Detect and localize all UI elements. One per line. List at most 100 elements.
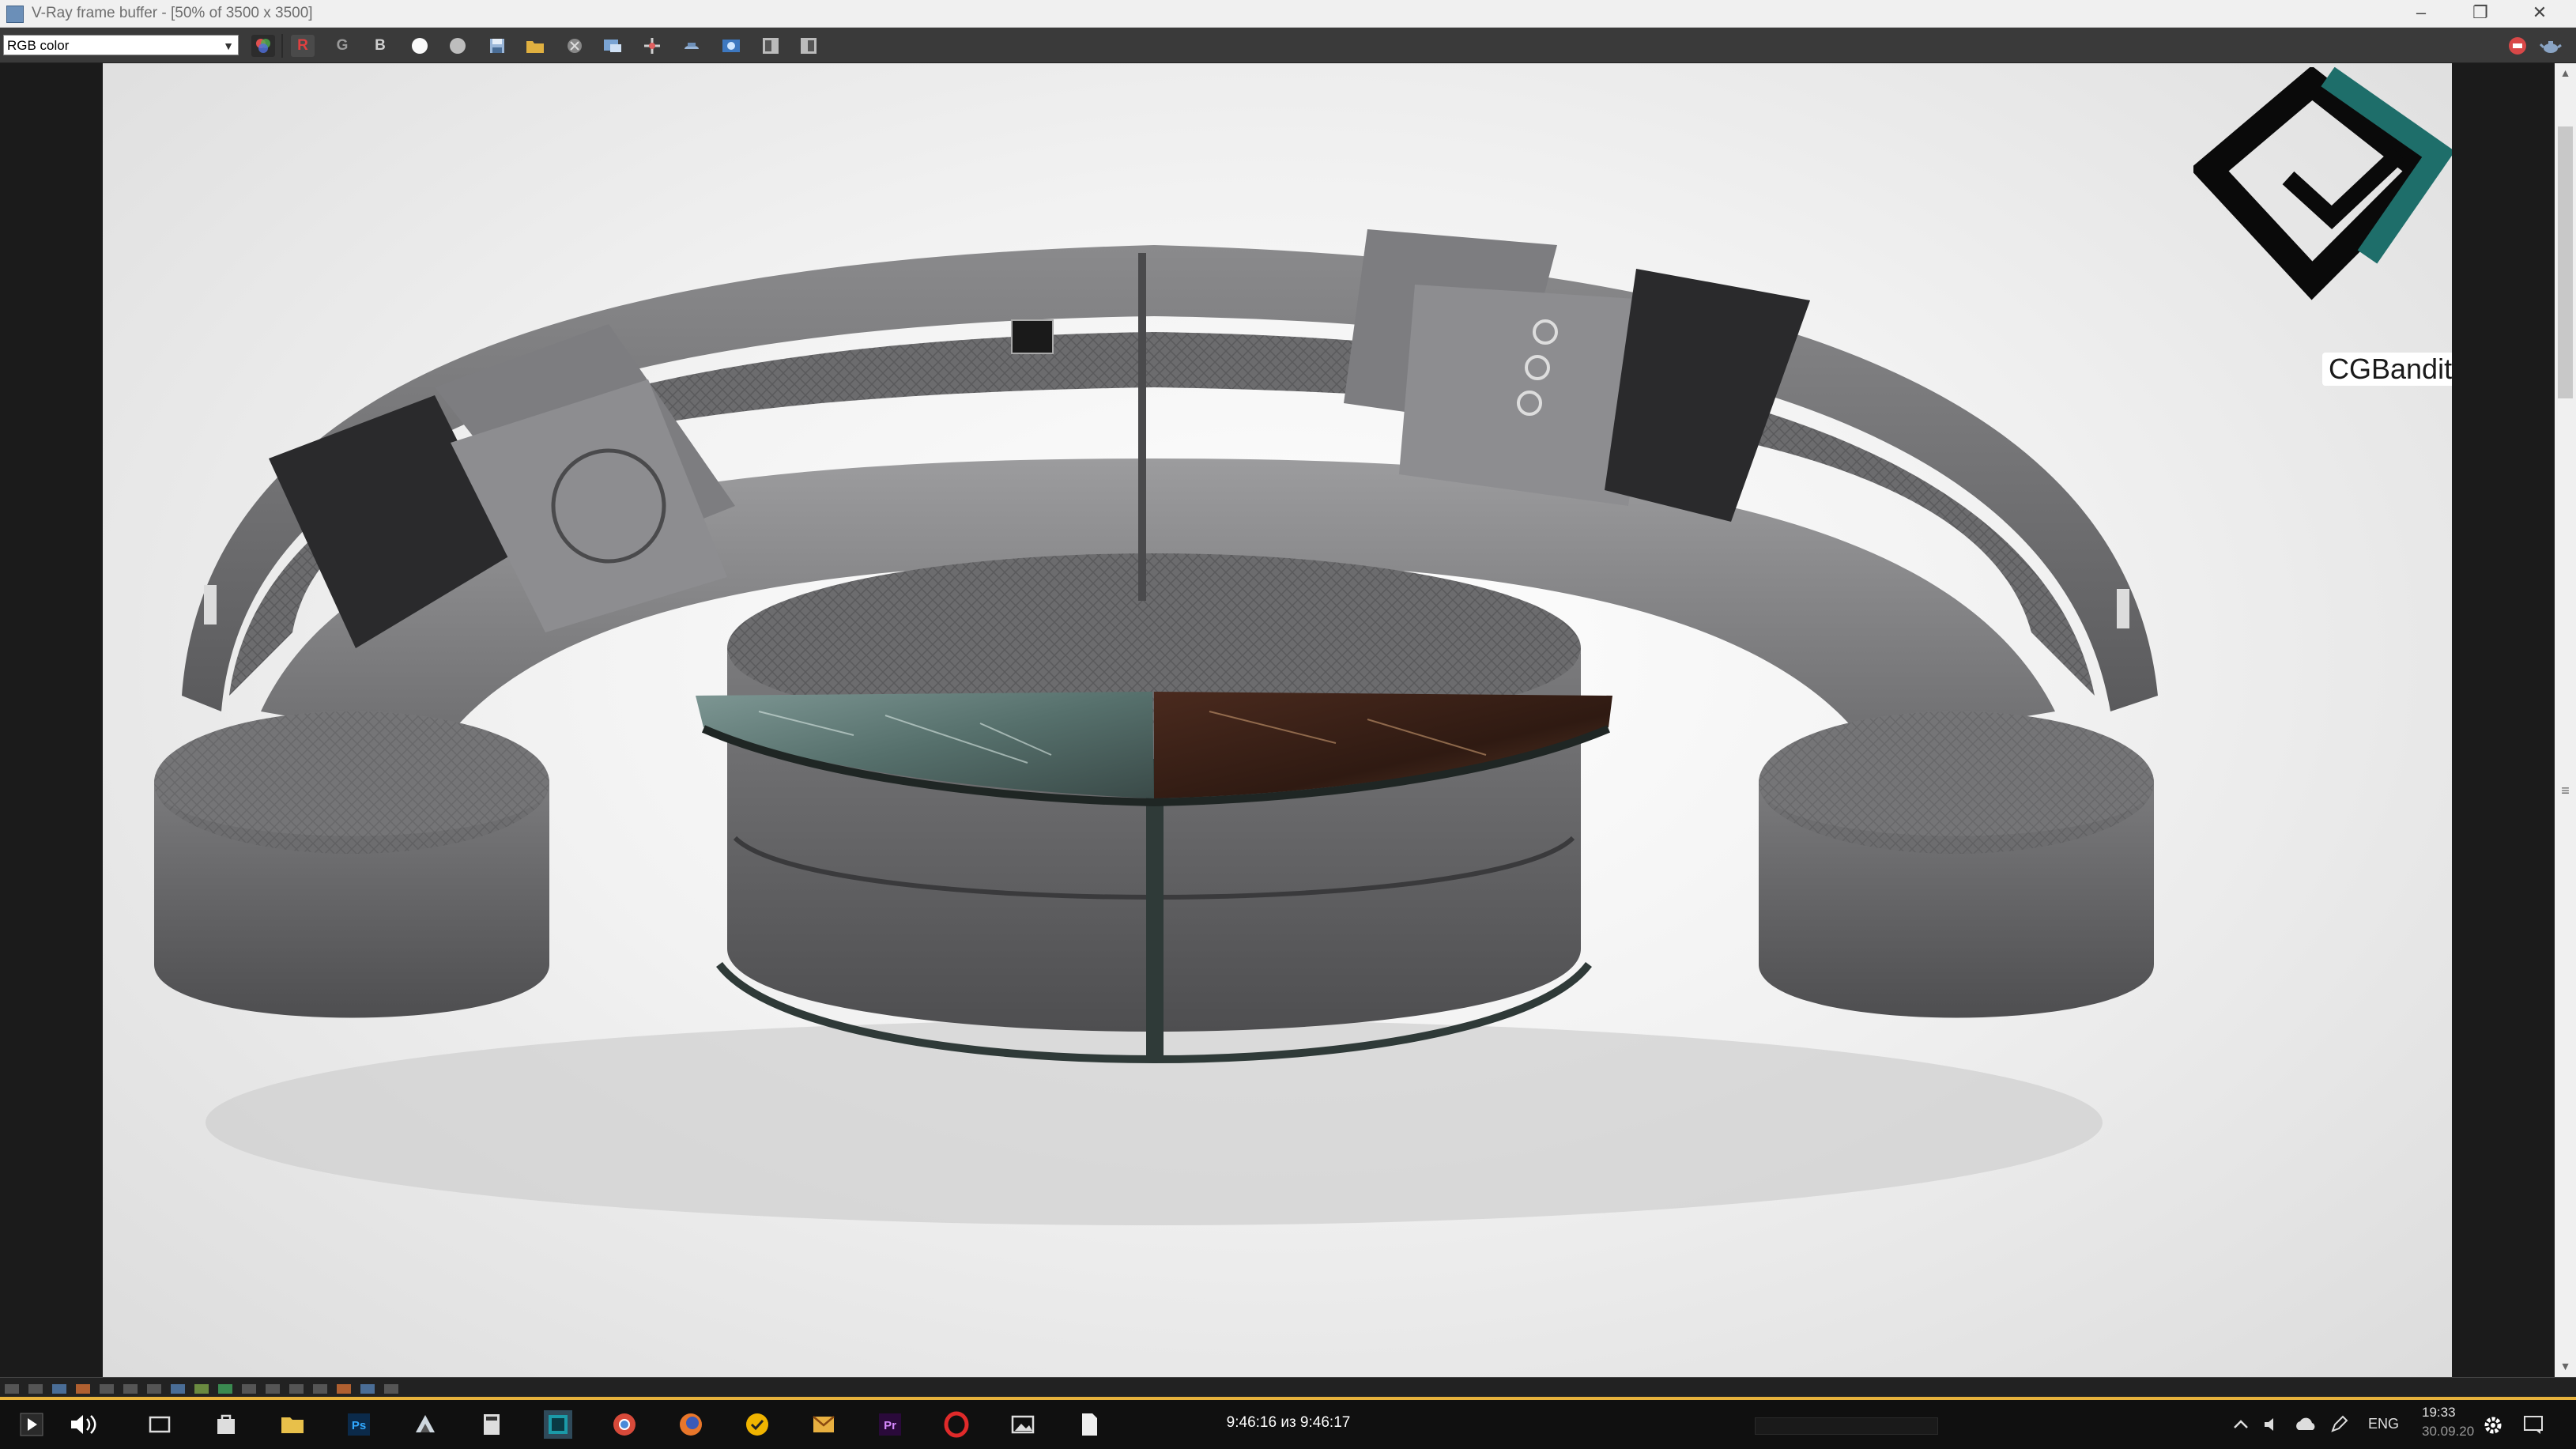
pen-icon: [2331, 1415, 2348, 1432]
3dsmax-icon: [416, 1415, 435, 1432]
taskbar-search-box[interactable]: [1755, 1417, 1938, 1435]
lens-effects-button[interactable]: [719, 35, 743, 57]
photoshop-button[interactable]: Ps: [345, 1410, 373, 1439]
start-icon: [20, 1413, 43, 1436]
tray-clock-time[interactable]: 19:33: [2422, 1405, 2456, 1421]
3dsmax-button[interactable]: [411, 1410, 439, 1439]
task-view-icon: [149, 1416, 171, 1433]
save-icon: [490, 39, 504, 53]
render-viewport[interactable]: CGBandit.com ▲ ≡ ▼: [0, 63, 2576, 1377]
region-render-icon: [604, 40, 621, 52]
tray-language[interactable]: ENG: [2368, 1416, 2399, 1432]
compare-a-icon: [763, 38, 779, 54]
minimize-button[interactable]: –: [2393, 0, 2449, 27]
window-title: V-Ray frame buffer - [50% of 3500 x 3500…: [32, 5, 313, 21]
save-image-button[interactable]: [485, 35, 509, 57]
vray-app-icon: [6, 6, 24, 23]
sofa-render-illustration: [154, 229, 2158, 1225]
store-icon: [217, 1414, 235, 1434]
chrome-button[interactable]: [610, 1410, 639, 1439]
render-image[interactable]: CGBandit.com: [103, 63, 2452, 1377]
play-button[interactable]: [17, 1410, 46, 1439]
volume-button[interactable]: [68, 1410, 96, 1439]
norton-button[interactable]: [743, 1410, 771, 1439]
svg-text:Pr: Pr: [884, 1419, 896, 1432]
track-mouse-button[interactable]: [640, 35, 664, 57]
tray-volume-button[interactable]: [2262, 1414, 2283, 1435]
stop-render-button[interactable]: [2506, 35, 2529, 57]
close-button[interactable]: ✕: [2512, 0, 2567, 27]
scroll-grip-icon: ≡: [2561, 783, 2570, 798]
notifications-button[interactable]: [2521, 1413, 2547, 1436]
compare-b-button[interactable]: [797, 35, 820, 57]
teapot-button[interactable]: [2539, 35, 2563, 57]
firefox-icon: [680, 1413, 702, 1436]
restore-icon: ❐: [2472, 2, 2488, 22]
cgbandit-logo-icon: [2193, 67, 2452, 300]
player-taskbar: Ps Pr 9:46:16 из 9:46:17 ENG 19:33 30.09…: [0, 1400, 2576, 1449]
region-render-button[interactable]: [601, 35, 624, 57]
scroll-down-icon[interactable]: ▼: [2555, 1360, 2576, 1372]
watermark-text: CGBandit.com: [2322, 353, 2452, 386]
chrome-icon: [613, 1413, 636, 1436]
playback-time-readout: 9:46:16 из 9:46:17: [1226, 1414, 1351, 1431]
file-explorer-icon: [281, 1417, 304, 1433]
calculator-button[interactable]: [477, 1410, 506, 1439]
alpha-white-button[interactable]: [408, 35, 432, 57]
tray-pen-button[interactable]: [2329, 1414, 2349, 1435]
gmail-icon: [813, 1416, 835, 1432]
cloud-icon: [2296, 1417, 2315, 1430]
terminal-icon: [549, 1415, 568, 1434]
grey-circle-icon: [450, 38, 466, 54]
open-folder-icon: [526, 41, 544, 53]
scroll-up-icon[interactable]: ▲: [2555, 66, 2576, 79]
speaker-icon: [2265, 1418, 2273, 1431]
load-image-button[interactable]: [523, 35, 547, 57]
chevron-up-icon: [2234, 1420, 2248, 1428]
premiere-button[interactable]: Pr: [876, 1410, 904, 1439]
photos-button[interactable]: [1009, 1410, 1037, 1439]
photos-icon: [1011, 1415, 1035, 1434]
close-icon: ✕: [2532, 2, 2548, 22]
vertical-scrollbar[interactable]: ▲ ≡ ▼: [2555, 63, 2576, 1377]
document-icon: [1082, 1413, 1097, 1436]
blue-channel-button[interactable]: B: [368, 35, 392, 57]
tray-overflow-button[interactable]: [2231, 1414, 2251, 1435]
clear-icon: [568, 39, 582, 53]
lens-effects-icon: [722, 40, 740, 52]
window-title-bar: V-Ray frame buffer - [50% of 3500 x 3500…: [0, 0, 2576, 28]
render-last-button[interactable]: [680, 35, 703, 57]
volume-icon: [71, 1415, 96, 1434]
task-view-button[interactable]: [145, 1410, 174, 1439]
file-explorer-button[interactable]: [278, 1410, 307, 1439]
compare-a-button[interactable]: [759, 35, 783, 57]
gmail-button[interactable]: [809, 1410, 838, 1439]
firefox-button[interactable]: [677, 1410, 705, 1439]
track-mouse-icon: [644, 38, 660, 54]
settings-button[interactable]: [2482, 1414, 2504, 1436]
color-wheel-button[interactable]: [251, 35, 275, 57]
vfb-toolbar: RGB color ▼ R G B: [0, 28, 2576, 63]
document-button[interactable]: [1075, 1410, 1103, 1439]
red-channel-button[interactable]: R: [291, 35, 315, 57]
monochrome-button[interactable]: [446, 35, 470, 57]
clear-image-button[interactable]: [563, 35, 586, 57]
tray-clock-date[interactable]: 30.09.20: [2422, 1424, 2474, 1440]
opera-button[interactable]: [942, 1410, 971, 1439]
svg-text:Ps: Ps: [352, 1419, 366, 1432]
photoshop-icon: Ps: [348, 1413, 370, 1436]
channel-select[interactable]: RGB color ▼: [3, 35, 239, 55]
channel-select-value: RGB color: [7, 38, 70, 53]
store-button[interactable]: [212, 1410, 240, 1439]
premiere-icon: Pr: [879, 1413, 901, 1436]
scrollbar-thumb[interactable]: [2558, 126, 2573, 398]
minimize-icon: –: [2416, 2, 2427, 22]
white-circle-icon: [412, 38, 428, 54]
green-channel-button[interactable]: G: [330, 35, 354, 57]
restore-button[interactable]: ❐: [2453, 0, 2508, 27]
calculator-icon: [484, 1414, 500, 1435]
tray-network-button[interactable]: [2294, 1414, 2318, 1435]
terminal-button[interactable]: [544, 1410, 572, 1439]
stop-render-icon: [2509, 37, 2526, 55]
norton-icon: [746, 1413, 768, 1436]
